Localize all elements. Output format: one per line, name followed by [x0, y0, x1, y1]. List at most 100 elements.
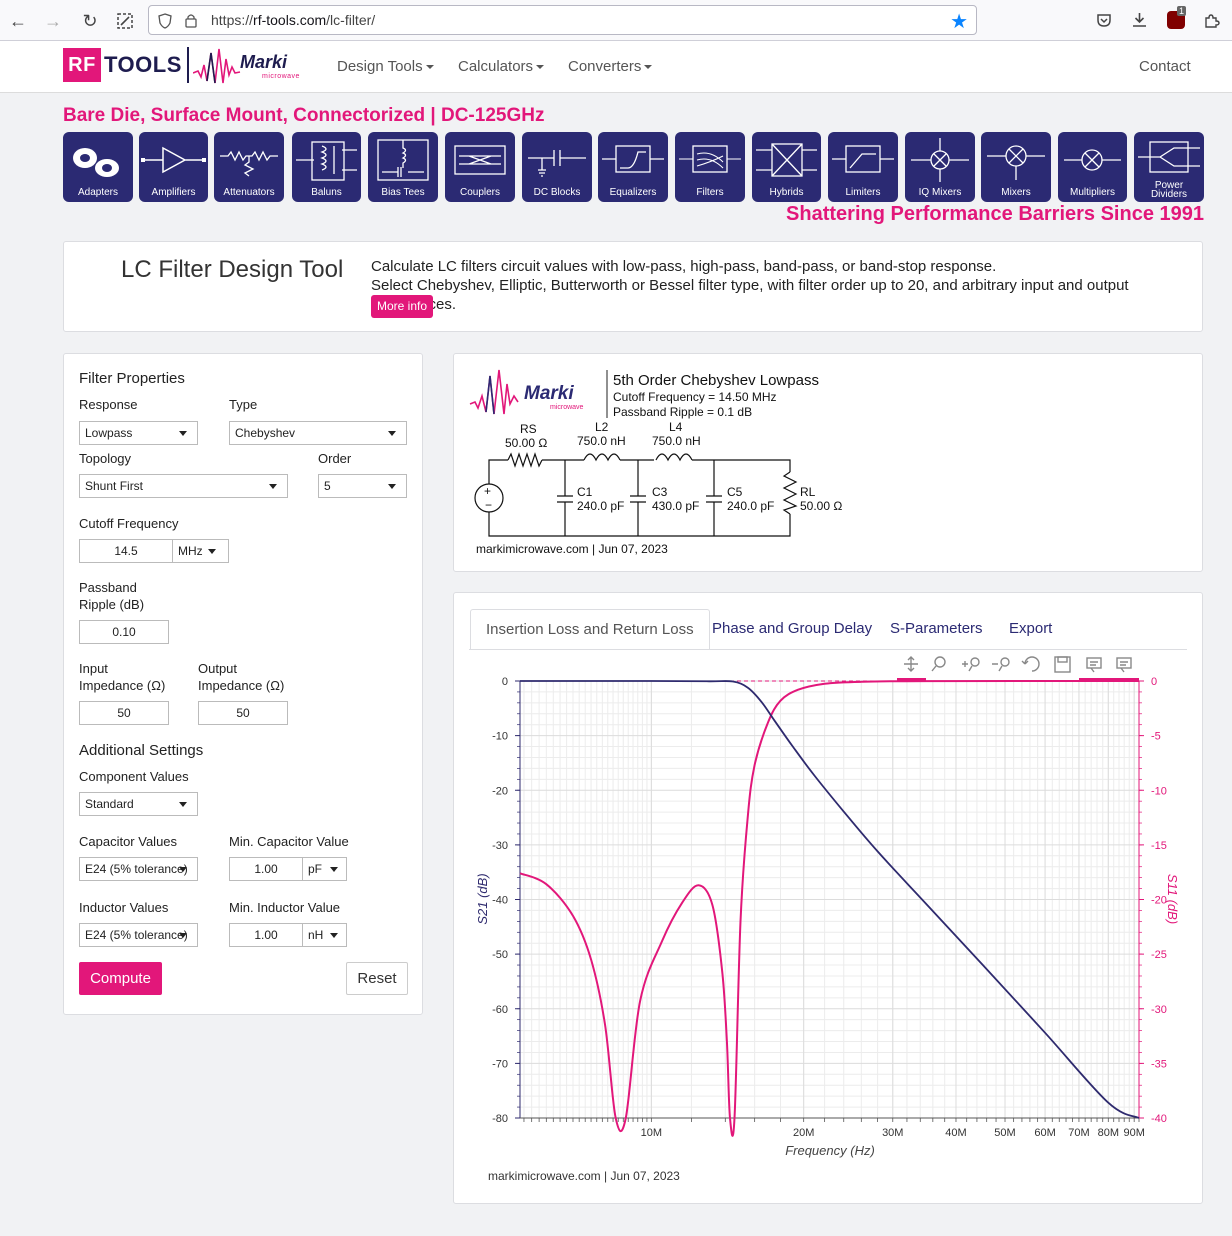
hover-closest-icon[interactable]	[1086, 657, 1102, 673]
filter-form-card: Filter Properties Response Lowpass Type …	[63, 353, 423, 1015]
menu-calculators[interactable]: Calculators	[458, 58, 545, 75]
chart-card: Insertion Loss and Return Loss Phase and…	[453, 592, 1203, 1204]
tile-label: Baluns	[311, 187, 342, 198]
lock-icon[interactable]	[185, 13, 197, 28]
capacitor-values-select[interactable]: E24 (5% tolerance)	[79, 857, 198, 881]
product-tile-baluns[interactable]: Baluns	[292, 132, 361, 202]
tab-export[interactable]: Export	[994, 609, 1067, 650]
type-label: Type	[229, 397, 258, 412]
tab-insertion-return-loss[interactable]: Insertion Loss and Return Loss	[470, 609, 710, 650]
limiter-icon	[832, 145, 894, 173]
input-impedance-label: Input Impedance (Ω)	[79, 661, 166, 693]
c5-value: 240.0 pF	[727, 499, 774, 513]
amplifier-icon	[141, 146, 206, 174]
response-select[interactable]: Lowpass	[79, 421, 198, 445]
address-bar[interactable]: https://rf-tools.com/lc-filter/ ★	[148, 5, 977, 35]
save-icon[interactable]	[1054, 656, 1071, 673]
schematic-title: 5th Order Chebyshev Lowpass	[613, 372, 819, 389]
y2-tick-label: -35	[1151, 1058, 1167, 1070]
multiplier-icon	[1064, 149, 1121, 171]
compute-button[interactable]: Compute	[79, 962, 162, 995]
menu-contact[interactable]: Contact	[1139, 58, 1191, 75]
rf-logo[interactable]: RF	[63, 48, 101, 82]
pan-icon[interactable]	[904, 656, 918, 672]
topology-select[interactable]: Shunt First	[79, 474, 288, 498]
reset-button[interactable]: Reset	[346, 962, 408, 995]
logo-divider	[187, 47, 189, 83]
c3-value: 430.0 pF	[652, 499, 699, 513]
cutoff-unit-select[interactable]: MHz	[172, 539, 229, 563]
product-tile-adapters[interactable]: Adapters	[63, 132, 133, 202]
more-info-button[interactable]: More info	[371, 295, 434, 318]
forward-icon[interactable]: →	[40, 8, 66, 34]
menu-converters[interactable]: Converters	[568, 58, 653, 75]
hover-active-indicator	[1079, 678, 1139, 681]
loss-chart[interactable]: 10M 20M 30M 40M 50M 60M 70M 80M 90M 0 -10 -20 -30 -40…	[454, 649, 1202, 1169]
product-tile-amplifiers[interactable]: Amplifiers	[139, 132, 208, 202]
inductor-values-select[interactable]: E24 (5% tolerance)	[79, 923, 198, 947]
tools-icon[interactable]	[112, 8, 138, 34]
order-select[interactable]: 5	[318, 474, 407, 498]
cutoff-frequency-input[interactable]: 14.5	[79, 539, 173, 563]
marki-logo-text[interactable]: Marki	[240, 52, 287, 73]
hover-compare-icon[interactable]	[1116, 657, 1132, 673]
tab-s-parameters[interactable]: S-Parameters	[875, 609, 998, 650]
product-tile-equalizers[interactable]: Equalizers	[598, 132, 668, 202]
reset-icon[interactable]	[1021, 656, 1040, 672]
l4-name: L4	[669, 420, 683, 434]
tools-logo-text[interactable]: TOOLS	[104, 52, 182, 78]
product-tile-iq-mixers[interactable]: IQ Mixers	[905, 132, 975, 202]
tile-label: DC Blocks	[533, 187, 581, 198]
x-axis-title: Frequency (Hz)	[785, 1143, 875, 1158]
bookmark-star-icon[interactable]: ★	[950, 9, 968, 34]
product-tile-multipliers[interactable]: Multipliers	[1058, 132, 1127, 202]
reload-icon[interactable]: ↻	[77, 8, 103, 34]
menu-design-tools[interactable]: Design Tools	[337, 58, 434, 75]
min-capacitor-unit-select[interactable]: pF	[302, 857, 347, 881]
coupler-icon	[454, 145, 506, 175]
product-tile-couplers[interactable]: Couplers	[445, 132, 515, 202]
min-inductor-input[interactable]: 1.00	[229, 923, 303, 947]
zoom-in-icon[interactable]	[962, 657, 980, 672]
tile-label: Power Dividers	[1150, 180, 1188, 200]
banner-tagline: Shattering Performance Barriers Since 19…	[786, 203, 1204, 225]
back-icon[interactable]: ←	[5, 8, 31, 34]
banner-title[interactable]: Bare Die, Surface Mount, Connectorized |…	[63, 105, 544, 127]
rs-value: 50.00 Ω	[505, 436, 547, 450]
product-tile-limiters[interactable]: Limiters	[828, 132, 898, 202]
zoom-icon[interactable]	[931, 656, 946, 672]
min-inductor-label: Min. Inductor Value	[229, 900, 341, 915]
inductor-values-label: Inductor Values	[79, 900, 169, 915]
tab-phase-group-delay[interactable]: Phase and Group Delay	[697, 609, 887, 650]
x-tick-label: 40M	[945, 1127, 966, 1139]
pocket-icon[interactable]	[1096, 12, 1112, 28]
zoom-out-icon[interactable]	[992, 657, 1010, 672]
product-tile-dc-blocks[interactable]: DC Blocks	[522, 132, 592, 202]
product-tile-attenuators[interactable]: Attenuators	[214, 132, 284, 202]
product-tile-mixers[interactable]: Mixers	[981, 132, 1051, 202]
pan-active-indicator	[897, 678, 926, 681]
component-values-select[interactable]: Standard	[79, 792, 198, 816]
extensions-icon[interactable]	[1203, 11, 1221, 29]
ublock-icon[interactable]: 1	[1167, 6, 1187, 29]
filter-properties-title: Filter Properties	[79, 370, 185, 387]
schematic-wires	[474, 452, 798, 537]
input-impedance-input[interactable]: 50	[79, 701, 169, 725]
schematic-ripple: Passband Ripple = 0.1 dB	[613, 405, 752, 419]
schematic-brand-sub: microwave	[550, 404, 584, 411]
c1-name: C1	[577, 485, 593, 499]
product-tile-power-dividers[interactable]: Power Dividers	[1134, 132, 1204, 202]
download-icon[interactable]	[1131, 11, 1148, 28]
type-select[interactable]: Chebyshev	[229, 421, 407, 445]
min-capacitor-input[interactable]: 1.00	[229, 857, 303, 881]
product-tile-filters[interactable]: Filters	[675, 132, 745, 202]
product-tile-hybrids[interactable]: Hybrids	[752, 132, 821, 202]
min-inductor-unit-select[interactable]: nH	[302, 923, 347, 947]
x-tick-label: 10M	[641, 1127, 662, 1139]
passband-ripple-input[interactable]: 0.10	[79, 620, 169, 644]
shield-icon[interactable]	[158, 13, 172, 29]
min-capacitor-label: Min. Capacitor Value	[229, 834, 349, 849]
product-tile-bias-tees[interactable]: Bias Tees	[368, 132, 438, 202]
output-impedance-input[interactable]: 50	[198, 701, 288, 725]
tile-label: Mixers	[1001, 187, 1031, 198]
